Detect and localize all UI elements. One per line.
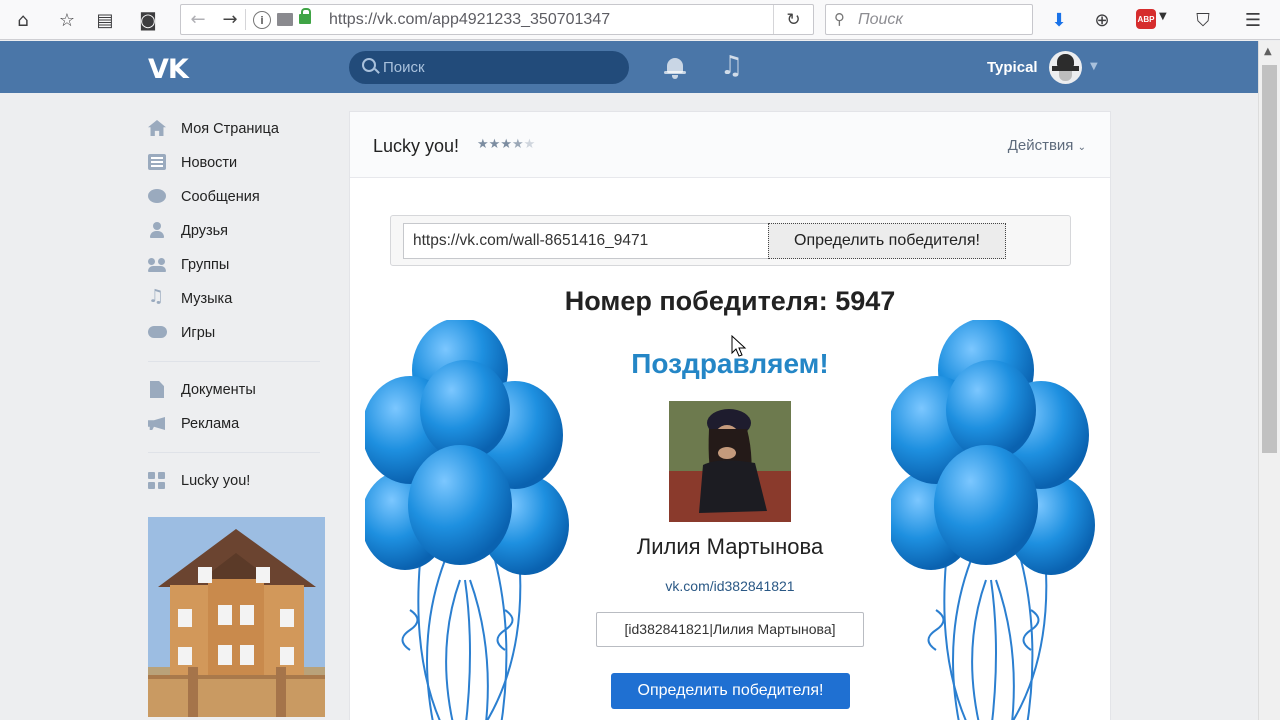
browser-toolbar: ⌂ ☆ ▤ ◙ ← → i https://vk.com/app4921233_… [0,0,1280,40]
star-full-icon: ★ [500,137,512,152]
music-note-icon[interactable]: ♫ [720,51,743,81]
site-info-icon[interactable]: i [253,11,271,29]
actions-menu[interactable]: Действия ⌄ [1008,137,1086,154]
vk-search-input[interactable]: Поиск [349,51,629,84]
games-icon [148,326,167,338]
address-bar[interactable]: ← → i https://vk.com/app4921233_35070134… [180,4,814,35]
avatar[interactable] [1049,51,1082,84]
extension-globe-icon[interactable]: ⊕ [1089,7,1115,33]
divider [148,361,320,362]
scrollbar-thumb[interactable] [1262,65,1277,453]
sidebar-item-label: Музыка [181,291,233,307]
scroll-up-icon[interactable]: ▲ [1264,46,1272,57]
apps-icon [148,472,166,490]
winner-mention-field[interactable]: [id382841821|Лилия Мартынова] [596,612,864,647]
bookmarks-list-icon[interactable]: ▤ [92,7,118,33]
post-link-form: https://vk.com/wall-8651416_9471 Определ… [390,215,1071,266]
sidebar-item-music[interactable]: ♫ Музыка [148,283,328,313]
app-rating: ★★★★★ [477,137,535,152]
divider [245,9,246,30]
post-link-input[interactable]: https://vk.com/wall-8651416_9471 [403,223,769,259]
page-scrollbar[interactable]: ▲ [1258,41,1280,720]
sidebar-item-label: Документы [181,382,256,398]
menu-hamburger-icon[interactable]: ☰ [1240,7,1266,33]
chevron-down-icon[interactable]: ▼ [1159,11,1167,22]
lock-icon[interactable] [299,8,311,24]
sidebar-item-label: Игры [181,325,216,341]
friends-icon [148,222,166,238]
sidebar-ad-image[interactable] [148,517,325,717]
sidebar-item-label: Друзья [181,223,229,239]
extension-bag-icon[interactable]: ⛉ [1190,7,1216,33]
adblock-icon[interactable]: ABP [1136,9,1156,29]
app-header: Lucky you! ★★★★★ Действия ⌄ [350,112,1110,178]
browser-search-input[interactable]: ⚲ Поиск [825,4,1033,35]
search-icon: ⚲ [834,10,845,28]
news-icon [148,154,166,170]
messages-icon [148,189,166,203]
download-icon[interactable]: ⬇ [1046,7,1072,33]
balloons-decoration-right [891,320,1095,720]
app-title: Lucky you! [373,136,460,156]
star-full-icon: ★ [477,137,489,152]
page-icon [277,13,293,26]
home-icon[interactable]: ⌂ [10,7,36,33]
star-full-icon: ★ [488,137,501,152]
search-icon [362,58,376,72]
determine-winner-button-main[interactable]: Определить победителя! [611,673,850,709]
vk-logo[interactable]: VK [148,54,189,85]
divider [148,452,320,453]
sidebar-item-messages[interactable]: Сообщения [148,181,328,211]
actions-label: Действия [1007,137,1074,154]
sidebar-item-label: Сообщения [181,189,260,205]
url-text[interactable]: https://vk.com/app4921233_350701347 [329,11,610,29]
sidebar-item-news[interactable]: Новости [148,147,328,177]
star-empty-icon: ★ [523,137,536,152]
sidebar-item-label: Моя Страница [181,121,279,137]
back-arrow-icon[interactable]: ← [181,5,215,34]
sidebar-item-label: Группы [181,257,230,273]
winner-avatar[interactable] [669,401,791,522]
sidebar-item-label: Новости [181,155,238,171]
sidebar-item-groups[interactable]: Группы [148,249,328,279]
chevron-down-icon: ⌄ [1077,142,1086,153]
forward-arrow-icon[interactable]: → [217,5,243,34]
sidebar-item-label: Lucky you! [181,473,251,489]
star-half-icon: ★ [511,137,524,152]
notifications-bell-icon[interactable] [664,55,686,79]
vk-header: VK Поиск ♫ Typical ▼ [0,41,1258,93]
app-panel: Lucky you! ★★★★★ Действия ⌄ https://vk.c… [349,111,1111,720]
mouse-cursor-icon [731,335,747,357]
sidebar-item-my-page[interactable]: Моя Страница [148,113,328,143]
sidebar-item-label: Реклама [181,416,240,432]
sidebar-item-friends[interactable]: Друзья [148,215,328,245]
sidebar-item-ads[interactable]: Реклама [148,408,328,438]
browser-search-placeholder: Поиск [858,11,903,28]
groups-icon [148,256,166,272]
documents-icon [150,381,164,398]
vk-search-placeholder: Поиск [383,59,425,76]
balloons-decoration-left [365,320,569,720]
chevron-down-icon[interactable]: ▼ [1090,61,1098,72]
determine-winner-button[interactable]: Определить победителя! [768,223,1006,259]
sidebar-item-games[interactable]: Игры [148,317,328,347]
reload-icon[interactable]: ↻ [773,5,813,34]
pocket-icon[interactable]: ◙ [135,7,161,33]
ads-icon [148,417,165,430]
bookmark-star-icon[interactable]: ☆ [54,7,80,33]
username[interactable]: Typical [987,59,1038,76]
sidebar-item-lucky-you[interactable]: Lucky you! [148,465,328,495]
winner-number: Номер победителя: 5947 [564,286,896,316]
music-icon: ♫ [148,286,165,307]
home-icon [148,120,166,136]
sidebar-item-documents[interactable]: Документы [148,374,328,404]
